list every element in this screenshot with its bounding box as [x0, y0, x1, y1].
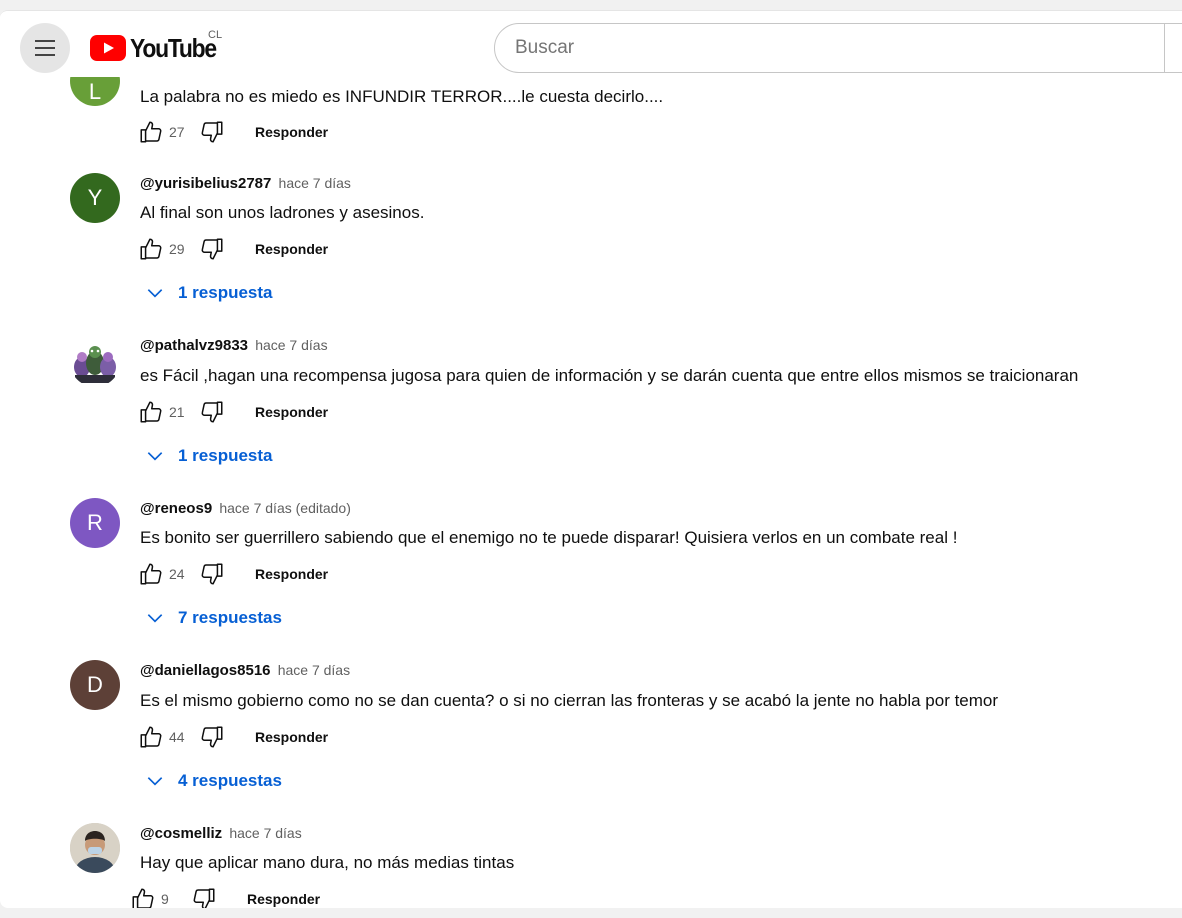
like-count: 29	[169, 241, 185, 257]
comment-actions: 21 Responder	[138, 399, 328, 425]
reply-button[interactable]: Responder	[255, 404, 328, 420]
chevron-down-icon	[147, 452, 163, 461]
view-replies-button[interactable]: 1 respuesta	[145, 281, 273, 305]
comment-actions: 9 Responder	[130, 886, 320, 908]
comment-actions: 29 Responder	[138, 236, 328, 262]
replies-label: 4 respuestas	[178, 771, 282, 790]
thumbs-up-icon[interactable]	[130, 886, 156, 908]
thumbs-down-icon[interactable]	[199, 119, 225, 145]
youtube-page: L La palabra no es miedo es INFUNDIR TER…	[0, 10, 1182, 908]
youtube-logo[interactable]: YouTube	[90, 33, 228, 63]
author-name[interactable]: @cosmelliz	[140, 825, 222, 842]
author-name[interactable]: @yurisibelius2787	[140, 175, 271, 192]
like-count: 44	[169, 729, 185, 745]
thumbs-down-icon[interactable]	[199, 399, 225, 425]
like-count: 21	[169, 404, 185, 420]
timestamp[interactable]: hace 7 días	[278, 662, 350, 678]
search-input[interactable]	[515, 37, 1135, 59]
like-count: 27	[169, 124, 185, 140]
thumbs-down-icon[interactable]	[191, 886, 217, 908]
timestamp[interactable]: hace 7 días	[255, 337, 327, 353]
avatar[interactable]: Y	[70, 173, 120, 223]
view-replies-button[interactable]: 7 respuestas	[145, 606, 282, 630]
timestamp[interactable]: hace 7 días (editado)	[219, 500, 351, 516]
chevron-down-icon	[147, 777, 163, 786]
timestamp[interactable]: hace 7 días	[229, 825, 301, 841]
comment-header: @cosmelliz hace 7 días	[140, 825, 302, 842]
youtube-play-icon	[90, 35, 126, 61]
author-name[interactable]: @daniellagos8516	[140, 662, 271, 679]
reply-button[interactable]: Responder	[255, 729, 328, 745]
country-code: CL	[208, 29, 223, 41]
replies-label: 7 respuestas	[178, 608, 282, 627]
comment-text: Hay que aplicar mano dura, no más medias…	[140, 853, 515, 872]
thumbs-up-icon[interactable]	[138, 119, 164, 145]
guide-menu-button[interactable]	[20, 23, 70, 73]
reply-button[interactable]: Responder	[255, 566, 328, 582]
search-box[interactable]	[494, 23, 1182, 73]
reply-button[interactable]: Responder	[255, 241, 328, 257]
like-count: 9	[161, 891, 169, 907]
cartoon-figures-avatar[interactable]	[70, 337, 120, 387]
avatar[interactable]: R	[70, 498, 120, 548]
avatar[interactable]: D	[70, 660, 120, 710]
masthead: YouTube CL	[0, 11, 1182, 77]
author-name[interactable]: @reneos9	[140, 500, 212, 517]
comment-text: es Fácil ,hagan una recompensa jugosa pa…	[140, 366, 1079, 385]
reply-button[interactable]: Responder	[255, 124, 328, 140]
thumbs-up-icon[interactable]	[138, 236, 164, 262]
view-replies-button[interactable]: 1 respuesta	[145, 444, 273, 468]
hamburger-menu-icon	[35, 40, 55, 56]
comment-text: Es bonito ser guerrillero sabiendo que e…	[140, 528, 958, 547]
comment-header: @daniellagos8516 hace 7 días	[140, 662, 350, 679]
timestamp[interactable]: hace 7 días	[279, 175, 351, 191]
comment-text: La palabra no es miedo es INFUNDIR TERRO…	[140, 87, 664, 106]
person-photo-icon	[70, 823, 120, 873]
comment-actions: 27 Responder	[138, 119, 328, 145]
comment-header: @pathalvz9833 hace 7 días	[140, 337, 328, 354]
search-divider	[1164, 24, 1165, 72]
thumbs-up-icon[interactable]	[138, 561, 164, 587]
logo-text: YouTube	[130, 32, 217, 63]
comment-header: @reneos9 hace 7 días (editado)	[140, 500, 351, 517]
replies-label: 1 respuesta	[178, 446, 273, 465]
chevron-down-icon	[147, 614, 163, 623]
person-photo-avatar[interactable]	[70, 823, 120, 873]
view-replies-button[interactable]: 4 respuestas	[145, 769, 282, 793]
comment-header: @yurisibelius2787 hace 7 días	[140, 175, 351, 192]
thumbs-up-icon[interactable]	[138, 399, 164, 425]
thumbs-up-icon[interactable]	[138, 724, 164, 750]
cartoon-figures-icon	[74, 346, 116, 383]
thumbs-down-icon[interactable]	[199, 561, 225, 587]
comment-actions: 44 Responder	[138, 724, 328, 750]
thumbs-down-icon[interactable]	[199, 724, 225, 750]
comment-actions: 24 Responder	[138, 561, 328, 587]
like-count: 24	[169, 566, 185, 582]
chevron-down-icon	[147, 289, 163, 298]
comment-text: Es el mismo gobierno como no se dan cuen…	[140, 691, 999, 710]
reply-button[interactable]: Responder	[247, 891, 320, 907]
comment-text: Al final son unos ladrones y asesinos.	[140, 203, 425, 222]
replies-label: 1 respuesta	[178, 283, 273, 302]
thumbs-down-icon[interactable]	[199, 236, 225, 262]
author-name[interactable]: @pathalvz9833	[140, 337, 248, 354]
